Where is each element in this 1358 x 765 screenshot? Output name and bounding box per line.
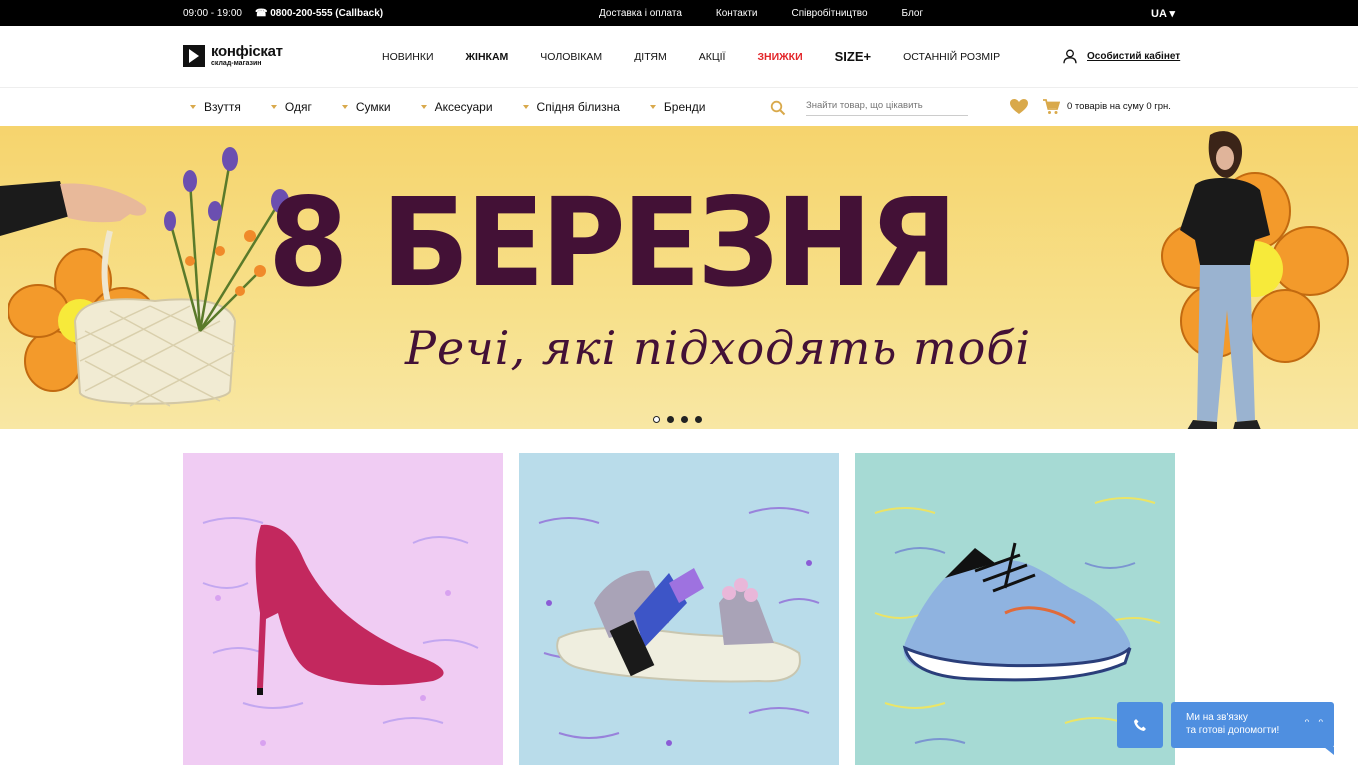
category-accessories[interactable]: Аксесуари — [420, 100, 493, 114]
chevron-down-icon — [341, 105, 348, 109]
carousel-dot[interactable] — [681, 416, 688, 423]
category-label: Одяг — [284, 100, 312, 114]
promo-banner[interactable]: 8 БЕРЕЗНЯ Речі, які підходять тобі — [0, 126, 1358, 429]
nav-promotions[interactable]: Акції — [699, 51, 726, 64]
cart-icon[interactable] — [1042, 98, 1060, 115]
category-brands[interactable]: Бренди — [649, 100, 706, 114]
category-label: Аксесуари — [434, 100, 493, 114]
category-bags[interactable]: Сумки — [341, 100, 391, 114]
top-link-blog[interactable]: Блог — [902, 8, 924, 19]
category-label: Сумки — [355, 100, 391, 114]
main-nav: Новинки Жінкам Чоловікам Дітям Акції Зни… — [382, 49, 1032, 64]
model-photo — [1180, 131, 1270, 429]
site-logo[interactable]: конфіскат склад-магазин — [183, 44, 283, 67]
logo-mark-icon — [183, 44, 205, 67]
nav-new[interactable]: Новинки — [382, 51, 434, 64]
main-header: конфіскат склад-магазин Новинки Жінкам Ч… — [0, 26, 1358, 88]
logo-tagline: склад-магазин — [211, 60, 262, 67]
chat-widget[interactable]: Ми на зв'язку та готові допомогти! ᵔ ᵔ — [1171, 702, 1334, 755]
category-underwear[interactable]: Спідня білизна — [522, 100, 620, 114]
category-shoes[interactable]: Взуття — [190, 100, 241, 114]
nav-kids[interactable]: Дітям — [634, 51, 667, 64]
nav-last-size[interactable]: Останній розмір — [903, 51, 1000, 64]
chat-eyes-icon: ᵔ ᵔ — [1304, 716, 1326, 730]
category-label: Бренди — [663, 100, 706, 114]
working-hours: 09:00 - 19:00 — [183, 8, 242, 19]
language-selector[interactable]: UA ▾ — [1151, 7, 1175, 20]
top-links: Доставка і оплата Контакти Співробітницт… — [599, 8, 957, 19]
user-icon — [1063, 49, 1077, 64]
cart-summary[interactable]: 0 товарів на суму 0 грн. — [1067, 101, 1171, 112]
chevron-down-icon — [420, 105, 427, 109]
phone-callback-link[interactable]: ☎ 0800-200-555 (Callback) — [255, 8, 383, 19]
search-input[interactable] — [806, 96, 968, 116]
nav-women[interactable]: Жінкам — [466, 51, 509, 64]
carousel-dot[interactable] — [653, 416, 660, 423]
top-link-cooperation[interactable]: Співробітництво — [792, 8, 868, 19]
chevron-down-icon — [522, 105, 529, 109]
carousel-dots — [653, 416, 702, 423]
category-bar: Взуття Одяг Сумки Аксесуари Спідня білиз… — [0, 88, 1358, 126]
banner-headline: 8 БЕРЕЗНЯ — [268, 172, 958, 315]
nav-size-plus[interactable]: SIZE+ — [835, 49, 872, 64]
call-button[interactable] — [1117, 702, 1163, 748]
category-tile-women-shoes[interactable] — [183, 453, 503, 765]
category-label: Взуття — [204, 100, 241, 114]
chevron-down-icon — [649, 105, 656, 109]
search-icon[interactable] — [770, 100, 786, 116]
account-link[interactable]: Особистий кабінет — [1063, 49, 1180, 64]
top-link-delivery[interactable]: Доставка і оплата — [599, 8, 682, 19]
chevron-down-icon — [190, 105, 196, 109]
wishlist-heart-icon[interactable] — [1009, 98, 1029, 115]
nav-discounts[interactable]: Знижки — [757, 51, 802, 64]
logo-name: конфіскат — [211, 43, 283, 60]
nav-men[interactable]: Чоловікам — [540, 51, 602, 64]
carousel-dot[interactable] — [667, 416, 674, 423]
top-bar: 09:00 - 19:00 ☎ 0800-200-555 (Callback) … — [0, 0, 1358, 26]
category-list: Взуття Одяг Сумки Аксесуари Спідня білиз… — [190, 100, 735, 114]
heel-shoe-image — [202, 517, 479, 746]
category-clothes[interactable]: Одяг — [270, 100, 312, 114]
category-tile-kids-shoes[interactable] — [519, 453, 839, 765]
category-label: Спідня білизна — [536, 100, 620, 114]
top-link-contacts[interactable]: Контакти — [716, 8, 758, 19]
chat-tail — [1324, 747, 1334, 755]
carousel-dot[interactable] — [695, 416, 702, 423]
chevron-down-icon — [270, 105, 277, 109]
account-label: Особистий кабінет — [1087, 51, 1181, 62]
banner-subline: Речі, які підходять тобі — [405, 321, 1032, 375]
sandal-shoe-image — [538, 507, 820, 746]
phone-icon — [1134, 719, 1146, 731]
